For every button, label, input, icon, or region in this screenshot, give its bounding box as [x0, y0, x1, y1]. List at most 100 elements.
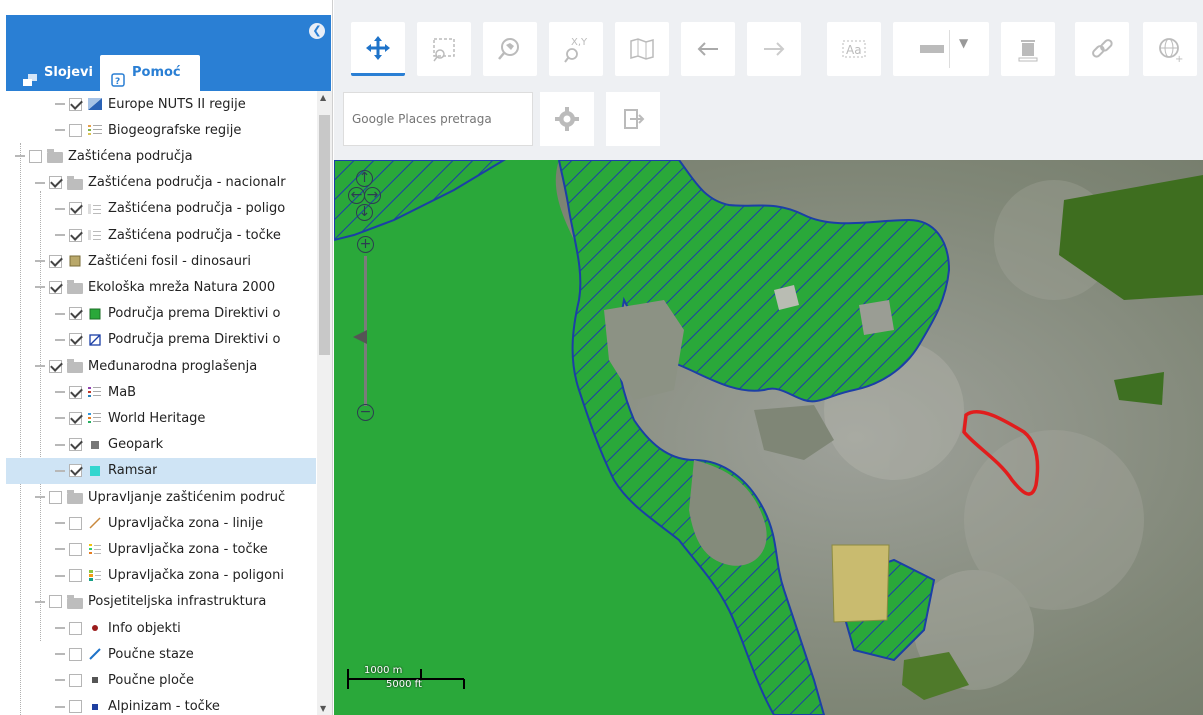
folder-icon	[47, 149, 63, 164]
scroll-up-icon[interactable]: ▲	[320, 93, 326, 102]
layer-tree-item[interactable]: Zaštićena područja - točke	[6, 222, 316, 248]
layer-tree-item[interactable]: Zaštićena područja - poligo	[6, 196, 316, 222]
identify-button[interactable]	[483, 22, 537, 76]
layer-tree-item[interactable]: Upravljačka zona - točke	[6, 536, 316, 562]
collapse-sidebar-button[interactable]: ❮	[309, 23, 325, 39]
layer-checkbox[interactable]	[69, 700, 82, 714]
layer-tree-scrollbar[interactable]: ▲ ▼	[317, 91, 332, 715]
tree-connector	[54, 701, 66, 713]
tree-connector	[54, 517, 66, 529]
layer-checkbox[interactable]	[69, 202, 82, 216]
map-toolbar: X,Y Aa ▼ +	[334, 0, 1203, 160]
layer-label: Biogeografske regije	[108, 122, 242, 138]
full-extent-button[interactable]	[615, 22, 669, 76]
zoom-out-button[interactable]: −	[357, 404, 374, 421]
layer-tree-item[interactable]: Alpinizam - točke	[6, 694, 316, 715]
tab-help[interactable]: ? Pomoć	[100, 55, 200, 91]
layer-tree-item[interactable]: Posjetiteljska infrastruktura	[6, 589, 316, 615]
add-service-button[interactable]: +	[1143, 22, 1197, 76]
layer-tree-item[interactable]: Geopark	[6, 432, 316, 458]
layer-label: Zaštićena područja	[68, 148, 193, 164]
settings-button[interactable]	[540, 92, 594, 146]
layer-checkbox[interactable]	[69, 673, 82, 687]
layer-checkbox[interactable]	[69, 411, 82, 425]
layer-checkbox[interactable]	[69, 333, 82, 347]
layer-tree-item[interactable]: Biogeografske regije	[6, 117, 316, 143]
layer-tree-item[interactable]: Međunarodna proglašenja	[6, 353, 316, 379]
map-canvas[interactable]	[334, 160, 1203, 715]
logout-button[interactable]	[606, 92, 660, 146]
measure-dropdown[interactable]: ▼	[893, 22, 989, 76]
layer-tree-item[interactable]: Upravljačka zona - linije	[6, 510, 316, 536]
layer-label: Geopark	[108, 437, 164, 453]
layer-tree-item[interactable]: Ramsar	[6, 457, 316, 484]
layer-tree-item[interactable]: Upravljačka zona - poligoni	[6, 563, 316, 589]
layer-label: Europe NUTS II regije	[108, 96, 246, 112]
label-button[interactable]: Aa	[827, 22, 881, 76]
layer-tree-item[interactable]: Zaštićena područja - nacionalr	[6, 170, 316, 196]
pan-up-icon[interactable]: ↑	[356, 170, 373, 187]
layer-tree-item[interactable]: World Heritage	[6, 405, 316, 431]
pan-down-icon[interactable]: ↓	[356, 204, 373, 221]
arrow-right-icon	[764, 42, 785, 56]
tab-layers[interactable]: Slojevi	[12, 55, 103, 91]
layer-tree-item[interactable]: Područja prema Direktivi o	[6, 301, 316, 327]
help-icon: ?	[110, 66, 126, 87]
scrollbar-thumb[interactable]	[319, 115, 330, 355]
folder-icon	[67, 175, 83, 190]
pan-left-icon[interactable]: ←	[348, 187, 365, 204]
link-icon	[1092, 39, 1113, 58]
google-places-search-input[interactable]	[343, 92, 533, 146]
layer-checkbox[interactable]	[69, 307, 82, 321]
xy-search-icon: X,Y	[564, 37, 588, 63]
previous-extent-button[interactable]	[681, 22, 735, 76]
layer-checkbox[interactable]	[49, 280, 62, 294]
layer-checkbox[interactable]	[49, 359, 62, 373]
layer-label: Ekološka mreža Natura 2000	[88, 279, 276, 295]
layer-checkbox[interactable]	[49, 176, 62, 190]
layer-tree-item[interactable]: Poučne ploče	[6, 667, 316, 693]
layer-checkbox[interactable]	[69, 516, 82, 530]
tree-connector	[54, 98, 66, 110]
layer-tree-item[interactable]: Upravljanje zaštićenim područ	[6, 484, 316, 510]
next-extent-button[interactable]	[747, 22, 801, 76]
layer-tree-item[interactable]: Poučne staze	[6, 641, 316, 667]
layer-checkbox[interactable]	[69, 438, 82, 452]
layer-checkbox[interactable]	[49, 254, 62, 268]
pan-right-icon[interactable]: →	[364, 187, 381, 204]
layer-checkbox[interactable]	[69, 385, 82, 399]
layer-checkbox[interactable]	[69, 621, 82, 635]
layer-tree-item[interactable]: Ekološka mreža Natura 2000	[6, 274, 316, 300]
layer-checkbox[interactable]	[69, 464, 82, 478]
layer-checkbox[interactable]	[69, 97, 82, 111]
map-view[interactable]: ↑ ← → ↓ + − 1000 m 5000 ft	[334, 160, 1203, 715]
layer-label: Ramsar	[108, 463, 158, 479]
layer-tree-item[interactable]: Zaštićena područja	[6, 143, 316, 169]
layer-checkbox[interactable]	[29, 149, 42, 163]
layer-checkbox[interactable]	[69, 123, 82, 137]
zoom-box-button[interactable]	[417, 22, 471, 76]
pan-button[interactable]	[351, 22, 405, 76]
layer-tree-item[interactable]: Područja prema Direktivi o	[6, 327, 316, 353]
scroll-down-icon[interactable]: ▼	[320, 704, 326, 713]
layer-checkbox[interactable]	[69, 228, 82, 242]
coordinate-search-button[interactable]: X,Y	[549, 22, 603, 76]
zoom-slider-handle[interactable]	[353, 330, 367, 344]
layer-checkbox[interactable]	[69, 647, 82, 661]
layer-tree-item[interactable]: MaB	[6, 379, 316, 405]
layer-checkbox[interactable]	[69, 542, 82, 556]
layer-checkbox[interactable]	[49, 490, 62, 504]
ruler-icon	[920, 45, 944, 53]
tree-connector	[54, 570, 66, 582]
scale-bar: 1000 m 5000 ft	[346, 665, 466, 691]
share-link-button[interactable]	[1075, 22, 1129, 76]
clear-button[interactable]	[1001, 22, 1055, 76]
layer-checkbox[interactable]	[49, 595, 62, 609]
layer-tree-item[interactable]: Zaštićeni fosil - dinosauri	[6, 248, 316, 274]
dinosaur-fossil-polygon	[831, 544, 890, 623]
layer-tree-item[interactable]: Info objekti	[6, 615, 316, 641]
layer-checkbox[interactable]	[69, 569, 82, 583]
pan-control[interactable]: ↑ ← → ↓	[348, 170, 382, 222]
layer-tree-item[interactable]: Europe NUTS II regije	[6, 91, 316, 117]
zoom-in-button[interactable]: +	[357, 236, 374, 253]
